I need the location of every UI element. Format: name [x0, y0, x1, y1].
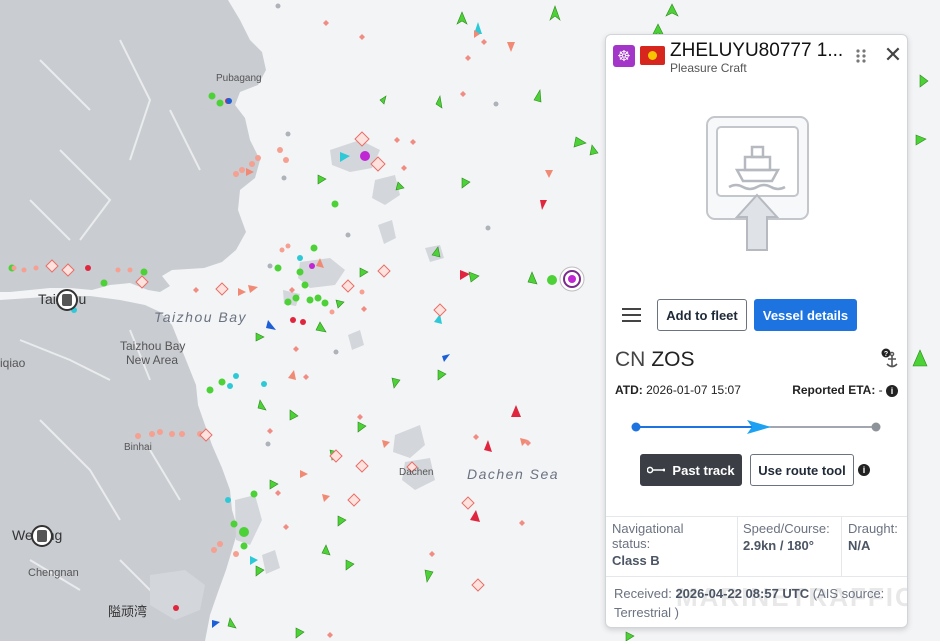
speed-course-value: 2.9kn / 180° [743, 538, 814, 553]
route-tool-button[interactable]: Use route tool [750, 454, 854, 486]
draught-value: N/A [848, 538, 871, 553]
menu-icon[interactable] [622, 308, 641, 322]
vessel-details-button[interactable]: Vessel details [754, 299, 857, 331]
place-label-dachen-sea: Dachen Sea [467, 466, 560, 482]
place-label-binhai: Binhai [124, 442, 152, 453]
vessel-info-panel: ☸ ZHELUYU80777 1... Pleasure Craft ✕ Add… [605, 34, 908, 628]
atd-value: 2026-01-07 15:07 [646, 383, 741, 397]
vessel-name: ZHELUYU80777 1... [670, 40, 844, 61]
received-value: 2026-04-22 08:57 UTC [675, 586, 810, 601]
destination-country: CN [615, 348, 646, 371]
nav-status-label-2: status: [612, 536, 651, 551]
panel-header: ☸ ZHELUYU80777 1... Pleasure Craft ✕ [606, 35, 907, 77]
place-label-bay-cn: 隘顽湾 [108, 604, 148, 619]
nav-status-value: Class B [612, 553, 660, 568]
atd-row: ATD: 2026-01-07 15:07 [615, 383, 741, 397]
place-label-chengnan: Chengnan [28, 567, 79, 579]
place-label-taizhou-bay-new-area-2: New Area [126, 353, 179, 367]
route-tool-info-icon[interactable]: i [858, 464, 870, 476]
port-icon-taizhou[interactable] [56, 289, 78, 311]
eta-value: - [878, 383, 883, 397]
track-line-icon [647, 466, 666, 474]
place-label-taizhou-bay-new-area-1: Taizhou Bay [120, 339, 186, 353]
vessel-type: Pleasure Craft [670, 61, 747, 75]
draught-label: Draught: [848, 521, 898, 536]
eta-label: Reported ETA: [792, 383, 876, 397]
port-icon-wenling[interactable] [31, 525, 53, 547]
speed-course-cell: Speed/Course: 2.9kn / 180° [737, 517, 841, 577]
past-track-button[interactable]: Past track [640, 454, 742, 486]
destination-port: ZOS [651, 348, 695, 371]
ship-wheel-icon: ☸ [613, 45, 635, 67]
close-icon[interactable]: ✕ [882, 44, 904, 66]
place-label-taizhou-bay: Taizhou Bay [154, 309, 248, 325]
add-to-fleet-button[interactable]: Add to fleet [657, 299, 747, 331]
ais-source-label: (AIS source: [812, 586, 885, 601]
voyage-progress-track [631, 420, 881, 434]
eta-row: Reported ETA: - i [792, 383, 898, 397]
past-track-label: Past track [672, 462, 735, 478]
svg-text:?: ? [884, 351, 888, 358]
atd-label: ATD: [615, 383, 643, 397]
received-label: Received: [614, 586, 672, 601]
ais-source-value: Terrestrial ) [614, 605, 680, 620]
selected-vessel-marker[interactable] [559, 266, 585, 292]
info-icon[interactable]: i [886, 384, 898, 397]
received-info: Received: 2026-04-22 08:57 UTC (AIS sour… [606, 576, 907, 627]
vessel-placeholder-image [706, 116, 809, 251]
destination: CN ZOS [615, 348, 695, 372]
draught-cell: Draught: N/A [842, 517, 907, 577]
china-flag-icon [640, 46, 665, 65]
place-label-pubagang: Pubagang [216, 73, 262, 84]
nav-status-label-1: Navigational [612, 521, 684, 536]
place-label-dachen: Dachen [399, 467, 434, 478]
anchor-icon[interactable]: ? [879, 348, 901, 370]
drag-handle-icon[interactable] [855, 48, 867, 64]
speed-course-label: Speed/Course: [743, 521, 830, 536]
vessel-stats-grid: Navigational status: Class B Speed/Cours… [606, 516, 907, 577]
place-label-xiaqiao: iqiao [0, 356, 26, 370]
nav-status-cell: Navigational status: Class B [606, 517, 737, 577]
